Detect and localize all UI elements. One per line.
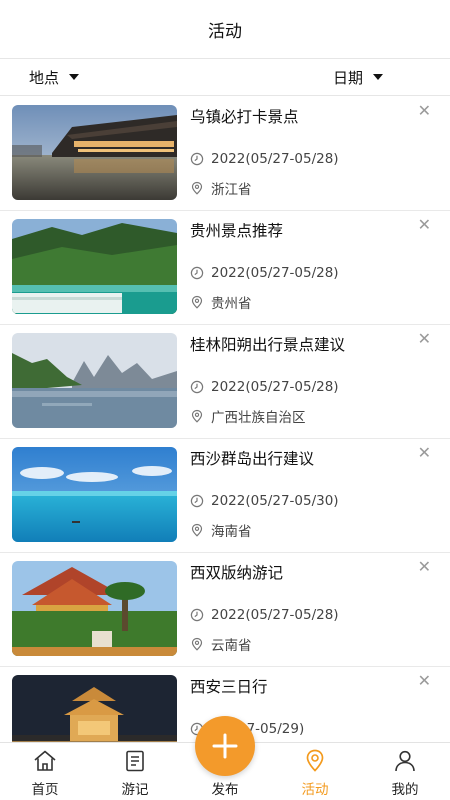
location-filter[interactable]: 地点 <box>29 59 80 95</box>
tab-mine-label: 我的 <box>391 782 419 798</box>
activity-location: 贵州省 <box>190 292 252 312</box>
caret-down-icon <box>69 74 80 80</box>
location-pin-icon <box>191 181 203 195</box>
activity-location-text: 贵州省 <box>211 296 252 312</box>
activity-location: 广西壮族自治区 <box>190 406 306 426</box>
activity-card[interactable]: 西双版纳游记 ✕ 2022(05/27-05/28) 云南省 <box>0 553 450 667</box>
activity-title: 西双版纳游记 <box>190 564 284 582</box>
tab-activity[interactable]: 活动 <box>285 748 345 798</box>
activity-location-text: 海南省 <box>211 524 252 540</box>
activity-card[interactable]: 贵州景点推荐 ✕ 2022(05/27-05/28) 贵州省 <box>0 211 450 325</box>
activity-date-text: 2022(05/27-05/28) <box>211 151 339 167</box>
activity-location: 海南省 <box>190 520 252 540</box>
activity-date: 2022(05/27-05/28) <box>190 607 339 623</box>
activity-date-text: 2022(05/27-05/28) <box>211 607 339 623</box>
activity-date: 2022(05/27-05/30) <box>190 493 339 509</box>
activity-date-text: 2022(05/27-05/28) <box>211 265 339 281</box>
tab-notes-label: 游记 <box>121 782 149 798</box>
location-pin-icon <box>306 749 324 772</box>
activity-card[interactable]: 西沙群岛出行建议 ✕ 2022(05/27-05/30) 海南省 <box>0 439 450 553</box>
activity-title: 贵州景点推荐 <box>190 222 284 240</box>
header: 活动 <box>0 0 450 58</box>
close-icon[interactable]: ✕ <box>418 331 431 347</box>
ocean-sky-photo <box>12 447 177 542</box>
caret-down-icon <box>373 74 384 80</box>
activity-date-text: 2022(05/27-05/28) <box>211 379 339 395</box>
tab-home-label: 首页 <box>31 782 59 798</box>
activity-card[interactable]: 桂林阳朔出行景点建议 ✕ 2022(05/27-05/28) 广西壮族自治区 <box>0 325 450 439</box>
location-pin-icon <box>191 409 203 423</box>
activity-title: 西安三日行 <box>190 678 268 696</box>
activity-location-text: 广西壮族自治区 <box>211 410 306 426</box>
activity-date-text: 2022(05/27-05/30) <box>211 493 339 509</box>
activity-location: 云南省 <box>190 634 252 654</box>
tab-mine[interactable]: 我的 <box>375 748 435 798</box>
location-pin-icon <box>191 523 203 537</box>
clock-icon <box>190 608 204 622</box>
activity-location-text: 浙江省 <box>211 182 252 198</box>
activity-date: 2022(05/27-05/28) <box>190 151 339 167</box>
activity-card[interactable]: 乌镇必打卡景点 ✕ 2022(05/27-05/28) 浙江省 <box>0 97 450 211</box>
close-icon[interactable]: ✕ <box>418 445 431 461</box>
plus-icon <box>212 733 238 759</box>
clock-icon <box>190 380 204 394</box>
home-icon <box>34 750 56 771</box>
tab-home[interactable]: 首页 <box>15 748 75 798</box>
activity-title: 西沙群岛出行建议 <box>190 450 315 468</box>
location-pin-icon <box>191 637 203 651</box>
close-icon[interactable]: ✕ <box>418 673 431 689</box>
activity-list: 乌镇必打卡景点 ✕ 2022(05/27-05/28) 浙江省 贵州景点推荐 ✕ <box>0 97 450 742</box>
filter-bar: 地点 日期 <box>0 58 450 96</box>
activity-title: 桂林阳朔出行景点建议 <box>190 336 346 354</box>
activity-date: 2022(05/27-05/28) <box>190 265 339 281</box>
waterfall-forest-photo <box>12 219 177 314</box>
publish-button[interactable] <box>195 716 255 776</box>
tab-publish-label: 发布 <box>211 782 239 798</box>
bell-tower-night-photo <box>12 675 177 742</box>
activity-title: 乌镇必打卡景点 <box>190 108 299 126</box>
karst-river-photo <box>12 333 177 428</box>
user-icon <box>395 750 415 772</box>
activity-location: 浙江省 <box>190 178 252 198</box>
notes-icon <box>126 750 144 772</box>
close-icon[interactable]: ✕ <box>418 559 431 575</box>
clock-icon <box>190 152 204 166</box>
location-pin-icon <box>191 295 203 309</box>
location-filter-label: 地点 <box>29 68 60 87</box>
close-icon[interactable]: ✕ <box>418 217 431 233</box>
tab-publish[interactable]: 发布 <box>195 778 255 798</box>
clock-icon <box>190 494 204 508</box>
clock-icon <box>190 266 204 280</box>
activity-date: 2022(05/27-05/28) <box>190 379 339 395</box>
temple-garden-photo <box>12 561 177 656</box>
tab-activity-label: 活动 <box>301 782 329 798</box>
water-town-photo <box>12 105 177 200</box>
close-icon[interactable]: ✕ <box>418 103 431 119</box>
activity-location-text: 云南省 <box>211 638 252 654</box>
date-filter-label: 日期 <box>333 68 364 87</box>
date-filter[interactable]: 日期 <box>333 59 384 95</box>
tab-notes[interactable]: 游记 <box>105 748 165 798</box>
page-title: 活动 <box>208 21 242 42</box>
